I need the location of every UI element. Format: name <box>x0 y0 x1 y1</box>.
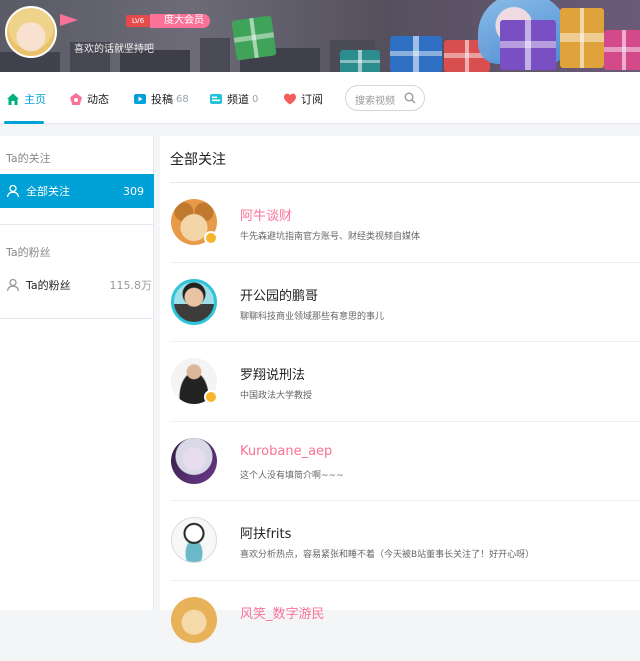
sidebar-item-fans[interactable]: Ta的粉丝 115.8万 <box>0 268 154 302</box>
sidebar-divider <box>0 318 154 319</box>
user-desc: 喜欢分析热点，容易紧张和睡不着（今天被B站董事长关注了！好开心呀） <box>240 550 535 560</box>
active-tab-indicator <box>4 121 44 124</box>
banner-gift-decoration <box>500 20 556 70</box>
fans-label: Ta的粉丝 <box>26 279 71 292</box>
profile-nav: 主页 动态 投稿 68 频道 0 订阅 搜索视频 <box>0 72 640 124</box>
user-desc: 中国政法大学教授 <box>240 391 313 401</box>
tab-home[interactable]: 主页 <box>6 90 46 108</box>
tab-home-label: 主页 <box>24 93 46 106</box>
list-item[interactable]: 阿牛谈财 牛先森避坑指南官方账号、财经类视频自媒体 <box>160 183 640 263</box>
verified-badge-icon <box>204 231 218 245</box>
user-desc: 聊聊科技商业领域那些有意思的事儿 <box>240 312 385 322</box>
channel-icon <box>210 94 222 104</box>
list-item[interactable]: 开公园的鹏哥 聊聊科技商业领域那些有意思的事儿 <box>160 263 640 343</box>
vip-ribbon <box>60 14 78 26</box>
fans-count: 115.8万 <box>109 279 153 292</box>
banner-gift-decoration <box>231 15 277 61</box>
verified-badge-icon <box>204 390 218 404</box>
all-following-count: 309 <box>123 184 144 198</box>
user-desc: 牛先森避坑指南官方账号、财经类视频自媒体 <box>240 232 421 242</box>
tab-dynamic[interactable]: 动态 <box>69 90 109 108</box>
all-following-label: 全部关注 <box>26 185 70 198</box>
posts-icon <box>134 94 146 104</box>
channel-count: 0 <box>252 93 259 105</box>
posts-count: 68 <box>176 93 189 105</box>
sidebar: Ta的关注 全部关注 309 Ta的粉丝 Ta的粉丝 115.8万 <box>0 136 154 610</box>
tab-dynamic-label: 动态 <box>87 93 109 106</box>
page-title: 全部关注 <box>170 152 226 168</box>
search-input[interactable]: 搜索视频 <box>345 85 425 111</box>
level-badge: LV6 <box>126 15 150 27</box>
user-avatar[interactable] <box>5 6 57 58</box>
following-list-panel: 全部关注 阿牛谈财 牛先森避坑指南官方账号、财经类视频自媒体 开公园的鹏哥 聊聊… <box>160 136 640 643</box>
user-name[interactable]: Kurobane_aep <box>240 444 332 459</box>
dynamic-icon <box>70 93 82 105</box>
user-icon <box>6 278 20 292</box>
following-heading: Ta的关注 <box>6 152 51 165</box>
banner-gift-decoration <box>390 36 442 72</box>
banner-gift-decoration <box>560 8 604 68</box>
user-avatar[interactable] <box>171 517 217 563</box>
list-item[interactable]: Kurobane_aep 这个人没有填简介啊~~~ <box>160 422 640 502</box>
banner-gift-decoration <box>340 50 380 72</box>
tab-posts-label: 投稿 <box>151 93 173 106</box>
banner-gift-decoration <box>604 30 640 70</box>
tab-posts[interactable]: 投稿 68 <box>133 90 189 108</box>
tab-channel-label: 频道 <box>227 93 249 106</box>
tab-subscribe[interactable]: 订阅 <box>283 90 323 108</box>
user-name[interactable]: 开公园的鹏哥 <box>240 285 318 304</box>
list-item[interactable]: 风笑_数字游民 <box>160 581 640 661</box>
user-name[interactable]: 罗翔说刑法 <box>240 364 305 383</box>
sidebar-item-all-following[interactable]: 全部关注 309 <box>0 174 154 208</box>
user-sign: 喜欢的话就坚持吧 <box>74 44 154 55</box>
user-avatar[interactable] <box>171 438 217 484</box>
user-avatar[interactable] <box>171 597 217 643</box>
user-name[interactable]: 阿扶frits <box>240 523 291 542</box>
list-item[interactable]: 罗翔说刑法 中国政法大学教授 <box>160 342 640 422</box>
user-name[interactable]: 阿牛谈财 <box>240 205 292 224</box>
heart-icon <box>284 93 296 105</box>
user-icon <box>6 184 20 198</box>
fans-heading: Ta的粉丝 <box>6 246 51 259</box>
user-avatar[interactable] <box>171 279 217 325</box>
profile-banner: LV6 度大会员 喜欢的话就坚持吧 <box>0 0 640 72</box>
search-icon[interactable] <box>404 92 416 104</box>
list-item[interactable]: 阿扶frits 喜欢分析热点，容易紧张和睡不着（今天被B站董事长关注了！好开心呀… <box>160 501 640 581</box>
sidebar-divider <box>0 224 154 225</box>
tab-channel[interactable]: 频道 0 <box>209 90 258 108</box>
search-placeholder: 搜索视频 <box>355 96 395 107</box>
user-desc: 这个人没有填简介啊~~~ <box>240 471 344 481</box>
home-icon <box>7 93 19 105</box>
user-name[interactable]: 风笑_数字游民 <box>240 603 325 622</box>
vip-badge[interactable]: 度大会员 <box>150 14 210 28</box>
tab-subscribe-label: 订阅 <box>301 93 323 106</box>
